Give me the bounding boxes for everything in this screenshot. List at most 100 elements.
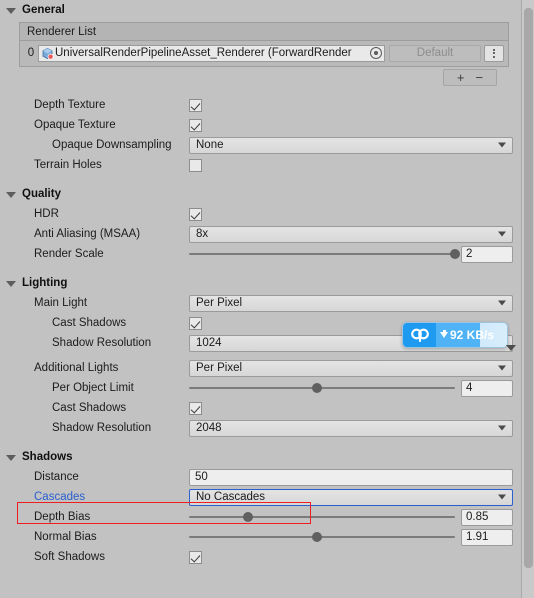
field-per-object-limit: 4 <box>189 379 513 397</box>
vertical-scrollbar[interactable] <box>521 0 534 598</box>
label-additional-lights: Additional Lights <box>34 362 119 374</box>
renderer-list-header: Renderer List <box>19 22 509 41</box>
row-anti-aliasing: Anti Aliasing (MSAA) 8x <box>0 224 521 244</box>
checkbox-additional-cast-shadows[interactable] <box>189 401 202 415</box>
numfield-render-scale[interactable]: 2 <box>461 245 513 263</box>
section-title-shadows: Shadows <box>22 451 73 463</box>
renderer-list-row[interactable]: 0 UniversalRenderPipelineAsset_Renderer … <box>24 44 504 62</box>
numfield-depth-bias[interactable]: 0.85 <box>461 508 513 526</box>
remove-renderer-button[interactable]: − <box>476 70 484 85</box>
field-main-light: Per Pixel <box>189 294 513 312</box>
label-main-cast-shadows: Cast Shadows <box>52 317 127 329</box>
cloud-disk-icon <box>403 323 436 347</box>
scrollbar-thumb[interactable] <box>524 8 533 568</box>
slider-depth-bias[interactable] <box>189 510 455 524</box>
dropdown-cascades[interactable]: No Cascades <box>189 488 513 506</box>
slider-track <box>189 253 455 255</box>
scriptable-object-icon <box>41 47 54 60</box>
dropdown-value-main-shadow-resolution: 1024 <box>196 337 222 349</box>
chevron-down-icon <box>6 281 16 287</box>
label-depth-texture: Depth Texture <box>34 99 106 111</box>
label-per-object-limit: Per Object Limit <box>52 382 134 394</box>
download-speed-toast[interactable]: 92 KB/s <box>402 322 508 348</box>
dropdown-value-opaque-downsampling: None <box>196 139 224 151</box>
renderer-list-body: 0 UniversalRenderPipelineAsset_Renderer … <box>19 41 509 67</box>
download-progress-bar: 92 KB/s <box>436 323 507 347</box>
textfield-value-distance: 50 <box>195 471 208 483</box>
dropdown-value-additional-lights: Per Pixel <box>196 362 243 374</box>
label-main-shadow-resolution: Shadow Resolution <box>52 337 152 349</box>
renderer-list-header-label: Renderer List <box>27 25 97 38</box>
row-opaque-texture: Opaque Texture <box>0 115 521 135</box>
section-title-lighting: Lighting <box>22 277 68 289</box>
slider-normal-bias[interactable] <box>189 530 455 544</box>
foldout-shadows[interactable]: Shadows <box>0 447 521 467</box>
row-cascades: Cascades No Cascades <box>0 487 521 507</box>
dropdown-additional-lights[interactable]: Per Pixel <box>189 359 513 377</box>
field-normal-bias: 1.91 <box>189 528 513 546</box>
dropdown-anti-aliasing[interactable]: 8x <box>189 225 513 243</box>
label-normal-bias: Normal Bias <box>34 531 97 543</box>
label-soft-shadows: Soft Shadows <box>34 551 105 563</box>
field-cascades: No Cascades <box>189 488 513 506</box>
chevron-down-icon <box>498 365 506 371</box>
checkbox-terrain-holes[interactable] <box>189 158 202 172</box>
checkbox-depth-texture[interactable] <box>189 98 202 112</box>
row-opaque-downsampling: Opaque Downsampling None <box>0 135 521 155</box>
dropdown-additional-shadow-resolution[interactable]: 2048 <box>189 419 513 437</box>
field-opaque-downsampling: None <box>189 136 513 154</box>
label-distance: Distance <box>34 471 79 483</box>
field-depth-bias: 0.85 <box>189 508 513 526</box>
renderer-default-button[interactable]: Default <box>389 44 481 62</box>
textfield-distance[interactable]: 50 <box>189 468 513 486</box>
kebab-menu-icon[interactable] <box>484 44 504 62</box>
slider-handle[interactable] <box>311 383 322 393</box>
row-hdr: HDR <box>0 204 521 224</box>
label-depth-bias: Depth Bias <box>34 511 91 523</box>
row-depth-bias: Depth Bias 0.85 <box>0 507 521 527</box>
field-distance: 50 <box>189 468 513 486</box>
row-per-object-limit: Per Object Limit 4 <box>0 378 521 398</box>
add-remove-group: + − <box>443 69 497 86</box>
checkbox-soft-shadows[interactable] <box>189 550 202 564</box>
numfield-normal-bias[interactable]: 1.91 <box>461 528 513 546</box>
slider-handle[interactable] <box>311 532 322 542</box>
foldout-general[interactable]: General <box>0 0 521 20</box>
slider-track <box>189 516 455 518</box>
foldout-lighting[interactable]: Lighting <box>0 273 521 293</box>
dropdown-opaque-downsampling[interactable]: None <box>189 136 513 154</box>
slider-track <box>189 387 455 389</box>
chevron-down-icon <box>498 142 506 148</box>
foldout-quality[interactable]: Quality <box>0 184 521 204</box>
download-speed-label: 92 KB/s <box>450 328 495 342</box>
slider-track <box>189 536 455 538</box>
label-opaque-texture: Opaque Texture <box>34 119 116 131</box>
chevron-down-icon <box>6 8 16 14</box>
slider-handle[interactable] <box>242 512 253 522</box>
label-additional-shadow-resolution: Shadow Resolution <box>52 422 152 434</box>
numfield-value-normal-bias: 1.91 <box>466 531 489 543</box>
checkbox-opaque-texture[interactable] <box>189 118 202 132</box>
label-main-light: Main Light <box>34 297 88 309</box>
numfield-value-per-object-limit: 4 <box>466 382 473 394</box>
dropdown-value-main-light: Per Pixel <box>196 297 243 309</box>
chevron-down-icon <box>6 192 16 198</box>
row-additional-shadow-resolution: Shadow Resolution 2048 <box>0 418 521 438</box>
slider-handle[interactable] <box>450 249 460 259</box>
chevron-down-icon <box>498 231 506 237</box>
checkbox-hdr[interactable] <box>189 207 202 221</box>
chevron-down-icon <box>498 494 506 500</box>
slider-per-object-limit[interactable] <box>189 381 455 395</box>
object-picker-icon[interactable] <box>370 47 382 59</box>
label-additional-cast-shadows: Cast Shadows <box>52 402 127 414</box>
checkbox-main-cast-shadows[interactable] <box>189 316 202 330</box>
label-anti-aliasing: Anti Aliasing (MSAA) <box>34 228 141 240</box>
section-title-general: General <box>22 4 65 16</box>
renderer-object-field[interactable]: UniversalRenderPipelineAsset_Renderer (F… <box>38 44 385 62</box>
row-main-light: Main Light Per Pixel <box>0 293 521 313</box>
dropdown-main-light[interactable]: Per Pixel <box>189 294 513 312</box>
add-renderer-button[interactable]: + <box>457 70 465 85</box>
field-anti-aliasing: 8x <box>189 225 513 243</box>
numfield-per-object-limit[interactable]: 4 <box>461 379 513 397</box>
slider-render-scale[interactable] <box>189 247 460 261</box>
